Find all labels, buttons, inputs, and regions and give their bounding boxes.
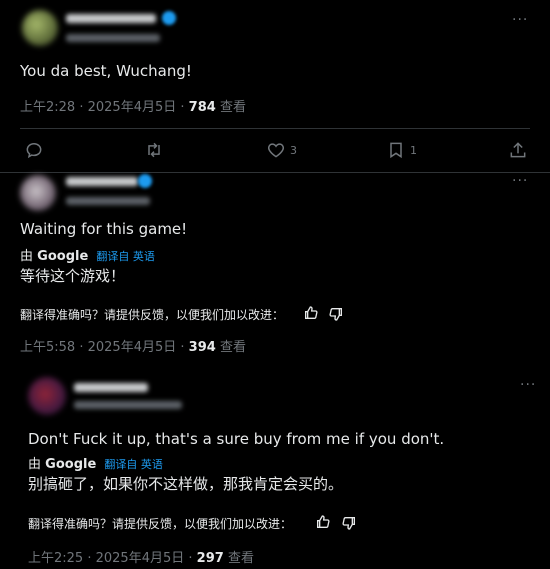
post-meta: 上午2:25 · 2025年4月5日 · 297 查看	[28, 551, 254, 566]
repost-icon	[148, 142, 160, 158]
translated-from-link[interactable]: 翻译自 英语	[96, 250, 155, 263]
display-name[interactable]	[74, 383, 148, 392]
post-3[interactable]: ··· Don't Fuck it up, that's a sure buy …	[8, 365, 546, 569]
repost-button[interactable]	[144, 139, 164, 161]
username[interactable]	[66, 197, 150, 205]
avatar[interactable]	[22, 10, 58, 46]
post-date[interactable]: 2025年4月5日	[88, 340, 177, 355]
translated-text: 等待这个游戏！	[20, 267, 126, 285]
post-text: You da best, Wuchang!	[20, 62, 192, 80]
post-text: Waiting for this game!	[20, 220, 188, 238]
like-button[interactable]: 3	[266, 139, 297, 161]
verified-badge-icon	[162, 11, 176, 25]
reply-icon	[26, 142, 42, 159]
post-time[interactable]: 上午2:25	[28, 551, 83, 566]
views-label: 查看	[227, 551, 254, 566]
translation-feedback-prompt: 翻译得准确吗？请提供反馈，以便我们加以改进：	[28, 517, 293, 531]
post-meta: 上午5:58 · 2025年4月5日 · 394 查看	[20, 340, 246, 355]
heart-icon	[267, 143, 285, 158]
translated-from-link[interactable]: 翻译自 英语	[104, 458, 163, 471]
translated-by-label: 由	[28, 457, 42, 472]
translation-attribution: 由 Google 翻译自 英语	[20, 245, 155, 264]
translated-text: 别搞砸了，如果你不这样做，那我肯定会买的。	[28, 475, 344, 493]
post-text: Don't Fuck it up, that's a sure buy from…	[28, 430, 445, 448]
translated-by-label: 由	[20, 249, 34, 264]
more-options-icon[interactable]: ···	[520, 377, 536, 393]
username[interactable]	[66, 34, 160, 42]
post-date[interactable]: 2025年4月5日	[88, 100, 177, 115]
avatar[interactable]	[20, 175, 56, 211]
post-meta: 上午2:28 · 2025年4月5日 · 784 查看	[20, 100, 246, 115]
more-options-icon[interactable]: ···	[512, 173, 528, 189]
thumbs-down-icon[interactable]	[341, 515, 357, 531]
share-button[interactable]	[508, 139, 528, 161]
view-count: 297	[196, 551, 224, 566]
more-options-icon[interactable]: ···	[512, 12, 528, 28]
bookmark-icon	[390, 142, 402, 159]
translation-attribution: 由 Google 翻译自 英语	[28, 453, 163, 472]
translation-feedback-prompt: 翻译得准确吗？请提供反馈，以便我们加以改进：	[20, 308, 285, 322]
thumbs-down-icon[interactable]	[328, 306, 344, 322]
like-count: 3	[290, 143, 297, 157]
reply-button[interactable]	[24, 139, 44, 161]
bookmark-count: 1	[410, 143, 417, 157]
post-2[interactable]: ··· Waiting for this game! 由 Google 翻译自 …	[0, 172, 550, 363]
view-count: 394	[188, 340, 216, 355]
thumbs-up-icon[interactable]	[315, 514, 331, 530]
username[interactable]	[74, 401, 182, 409]
google-label: Google	[45, 457, 97, 472]
view-count: 784	[188, 100, 216, 115]
share-icon	[510, 142, 526, 158]
post-time[interactable]: 上午5:58	[20, 340, 75, 355]
thumbs-up-icon[interactable]	[303, 305, 319, 321]
post-date[interactable]: 2025年4月5日	[96, 551, 185, 566]
views-label: 查看	[219, 340, 246, 355]
divider	[20, 128, 530, 129]
bookmark-button[interactable]: 1	[386, 139, 417, 161]
display-name[interactable]	[66, 14, 156, 23]
post-1[interactable]: ··· You da best, Wuchang! 上午2:28 · 2025年…	[0, 0, 550, 172]
google-label: Google	[37, 249, 89, 264]
display-name[interactable]	[66, 177, 138, 186]
verified-badge-icon	[138, 174, 152, 188]
post-time[interactable]: 上午2:28	[20, 100, 75, 115]
views-label: 查看	[219, 100, 246, 115]
avatar[interactable]	[28, 377, 66, 415]
